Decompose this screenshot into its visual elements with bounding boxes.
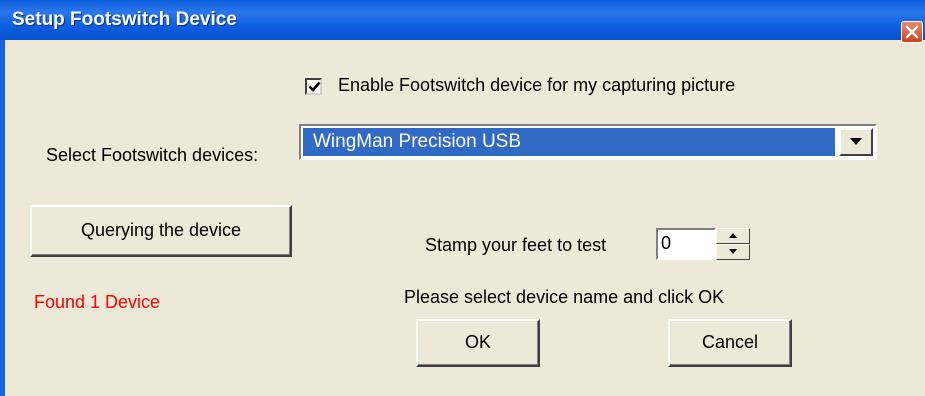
spin-up-button[interactable] [716,228,750,244]
spin-down-button[interactable] [716,244,750,260]
select-device-label: Select Footswitch devices: [46,145,259,165]
device-select-value[interactable]: WingMan Precision USB [303,128,835,156]
device-select-dropdown[interactable]: WingMan Precision USB [299,124,877,160]
spin-up-arrow-icon [729,233,737,238]
window-left-border [0,40,5,396]
enable-footswitch-checkbox[interactable] [305,78,322,95]
ok-button[interactable]: OK [416,319,540,367]
window-title: Setup Footswitch Device [12,9,237,30]
checkmark-icon [308,81,321,92]
cancel-button[interactable]: Cancel [668,319,792,367]
device-status-text: Found 1 Device [34,292,161,312]
close-x-icon [905,25,919,39]
chevron-down-icon [850,138,862,145]
close-button[interactable] [901,21,923,43]
instruction-text: Please select device name and click OK [404,287,725,307]
stamp-test-label: Stamp your feet to test [425,235,607,255]
spin-down-arrow-icon [729,249,737,254]
setup-footswitch-dialog: Setup Footswitch Device Enable Footswitc… [0,0,925,396]
query-device-button[interactable]: Querying the device [30,205,292,257]
stamp-counter-spinner[interactable] [716,228,750,260]
dropdown-arrow-button[interactable] [839,128,873,156]
title-bar[interactable]: Setup Footswitch Device [0,0,925,43]
enable-footswitch-label[interactable]: Enable Footswitch device for my capturin… [338,75,735,96]
stamp-counter-field[interactable]: 0 [656,228,716,260]
